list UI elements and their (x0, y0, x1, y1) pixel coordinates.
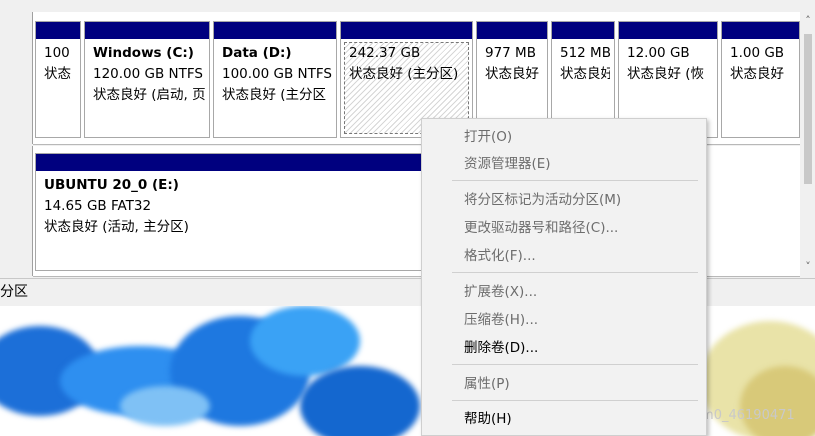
disk1-label[interactable] (0, 146, 33, 276)
menu-item-mark-active[interactable]: 将分区标记为活动分区(M) (464, 190, 621, 210)
disk0-partition-data[interactable]: Data (D:) 100.00 GB NTFS 状态良好 (主分区 (213, 21, 337, 138)
menu-item-delete-volume[interactable]: 删除卷(D)... (464, 338, 538, 358)
partition-status: 状态良好 (560, 66, 610, 82)
disk0-partition-windows[interactable]: Windows (C:) 120.00 GB NTFS 状态良好 (启动, 页 (84, 21, 210, 138)
partition-name: Windows (C:) (93, 45, 194, 61)
partition-size: 12.00 GB (627, 45, 690, 61)
disk0-partition-1[interactable]: 100 状态 (35, 21, 81, 138)
vertical-scrollbar[interactable]: ˄ ˅ (801, 12, 815, 278)
partition-header-bar (85, 22, 209, 39)
partition-status: 状态良好 (主分区 (222, 87, 327, 103)
partition-header-bar (36, 22, 80, 39)
partition-status: 状态良好 (485, 66, 539, 82)
partition-header-bar (36, 154, 429, 171)
partition-header-bar (477, 22, 547, 39)
menu-item-help[interactable]: 帮助(H) (464, 409, 512, 429)
scroll-up-icon[interactable]: ˄ (802, 14, 814, 27)
partition-status: 状态良好 (主分区) (349, 66, 459, 82)
menu-item-change-drive-letter[interactable]: 更改驱动器号和路径(C)... (464, 218, 618, 238)
partition-size: 512 MB (560, 45, 610, 61)
context-menu: 打开(O) 资源管理器(E) 将分区标记为活动分区(M) 更改驱动器号和路径(C… (421, 118, 707, 436)
menu-item-shrink-volume[interactable]: 压缩卷(H)... (464, 310, 538, 330)
partition-header-bar (722, 22, 799, 39)
scrollbar-thumb[interactable] (804, 34, 812, 184)
list-top-edge (0, 0, 815, 12)
partition-size: 242.37 GB (349, 45, 421, 61)
partition-header-bar (341, 22, 472, 39)
partition-header-bar (619, 22, 717, 39)
scroll-down-icon[interactable]: ˅ (802, 260, 814, 273)
menu-separator (452, 180, 698, 181)
partition-header-bar (214, 22, 336, 39)
menu-separator (452, 400, 698, 401)
partition-status: 状态良好 (活动, 主分区) (44, 219, 189, 235)
partition-name: Data (D:) (222, 45, 292, 61)
menu-item-properties[interactable]: 属性(P) (464, 374, 510, 394)
menu-item-explorer[interactable]: 资源管理器(E) (464, 154, 551, 174)
partition-size: 14.65 GB FAT32 (44, 198, 152, 214)
disk1-partition-ubuntu[interactable]: UBUNTU 20_0 (E:) 14.65 GB FAT32 状态良好 (活动… (35, 153, 430, 271)
partition-size: 100.00 GB NTFS (222, 66, 332, 82)
partition-size: 100 (44, 45, 70, 61)
partition-header-bar (552, 22, 614, 39)
partition-status: 状态良好 (恢 (627, 66, 705, 82)
menu-item-extend-volume[interactable]: 扩展卷(X)... (464, 282, 537, 302)
partition-name: UBUNTU 20_0 (E:) (44, 177, 179, 193)
partition-status: 状态 (44, 66, 71, 82)
menu-item-open[interactable]: 打开(O) (464, 127, 512, 147)
menu-separator (452, 364, 698, 365)
partition-size: 977 MB (485, 45, 536, 61)
menu-separator (452, 272, 698, 273)
partition-status: 状态良好 (启动, 页 (93, 87, 205, 103)
menu-item-format[interactable]: 格式化(F)... (464, 246, 536, 266)
partition-status: 状态良好 (730, 66, 784, 82)
partition-size: 120.00 GB NTFS (93, 66, 203, 82)
disk0-label[interactable] (0, 12, 33, 144)
disk0-partition-8[interactable]: 1.00 GB 状态良好 (721, 21, 800, 138)
partition-size: 1.00 GB (730, 45, 785, 61)
legend-primary-partition: 主分区 (0, 284, 28, 300)
